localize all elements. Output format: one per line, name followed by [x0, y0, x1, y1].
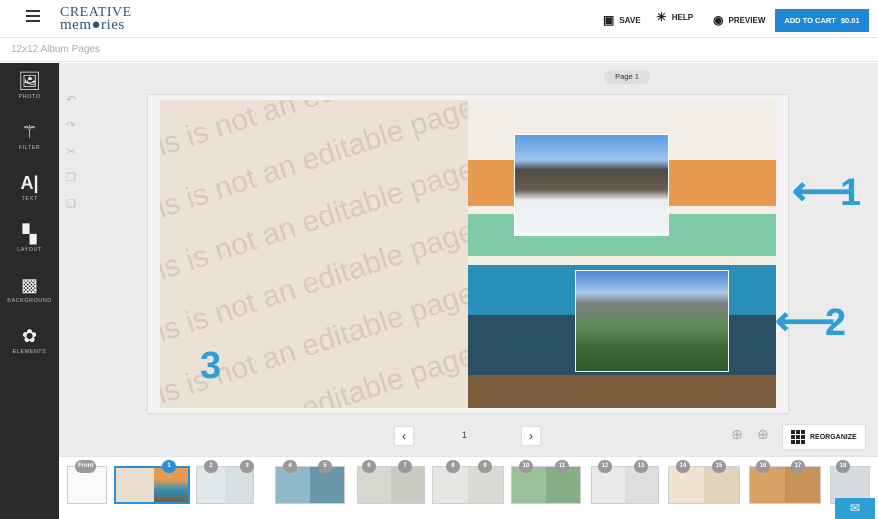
preview-button[interactable]: ◉ PREVIEW	[713, 13, 765, 27]
sidebar-item-background[interactable]: ▩ BACKGROUND	[0, 275, 59, 304]
top-bar: CREATIVE mem●ries ▣ SAVE ☀ HELP ◉ PREVIE…	[0, 0, 878, 38]
brown-stripe	[468, 375, 776, 408]
magic-wand-icon: ⚚	[21, 122, 38, 142]
thumbnail-spread[interactable]	[114, 466, 190, 504]
save-label: SAVE	[619, 15, 641, 25]
background-icon: ▩	[20, 275, 38, 295]
callout-number: 3	[200, 345, 222, 387]
add-to-cart-button[interactable]: ADD TO CART $0.01	[775, 9, 869, 32]
thumbnail-badge: 2	[204, 460, 218, 473]
photo-icon: 🖼	[18, 71, 41, 91]
thumbnail-badge: 10	[519, 460, 533, 473]
thumbnail-badge: 5	[318, 460, 332, 473]
undo-icon[interactable]: ↶	[64, 93, 78, 119]
sidebar-item-label: BACKGROUND	[7, 298, 52, 304]
thumbnail-badge: 14	[676, 460, 690, 473]
cart-price: $0.01	[840, 16, 860, 25]
envelope-icon: ✉	[849, 501, 861, 515]
cut-icon[interactable]: ✂	[64, 145, 78, 171]
thumbnail-badge: 8	[446, 460, 460, 473]
logo[interactable]: CREATIVE mem●ries	[60, 6, 132, 33]
elements-icon: ✿	[21, 326, 38, 346]
sidebar-item-label: LAYOUT	[17, 247, 42, 253]
sidebar-item-label: PHOTO	[18, 94, 41, 100]
save-icon: ▣	[603, 13, 615, 27]
mountain-photo-1[interactable]	[514, 134, 669, 236]
cart-label: ADD TO CART	[784, 16, 836, 25]
reorganize-button[interactable]: REORGANIZE	[782, 424, 866, 450]
thumbnail-badge: 18	[836, 460, 850, 473]
thumbnail-badge: 7	[398, 460, 412, 473]
sidebar-item-label: TEXT	[21, 196, 38, 202]
edit-tools: ↶ ↷ ✂ ❐ ❏	[64, 93, 78, 223]
thumbnail-badge: 4	[283, 460, 297, 473]
right-page	[468, 100, 776, 408]
menu-icon[interactable]	[26, 10, 40, 24]
thumbnail-badge: 3	[240, 460, 254, 473]
preview-label: PREVIEW	[728, 15, 766, 25]
logo-line-2: mem●ries	[60, 17, 125, 33]
breadcrumb: 12x12 Album Pages	[11, 44, 100, 55]
breadcrumb-bar: 12x12 Album Pages	[0, 38, 878, 62]
front-badge: Front	[75, 460, 97, 473]
save-button[interactable]: ▣ SAVE	[603, 13, 641, 27]
layout-icon: ▚	[22, 224, 37, 244]
sidebar-item-label: ELEMENTS	[12, 349, 47, 355]
current-page-number: 1	[462, 430, 468, 440]
add-spread-icon[interactable]: ⊕	[752, 426, 774, 448]
text-icon: A|	[20, 173, 39, 193]
help-label: HELP	[671, 12, 694, 22]
callout-number: 1	[840, 172, 862, 214]
sidebar-item-filter[interactable]: ⚚ FILTER	[0, 122, 59, 151]
thumbnail-badge: 11	[555, 460, 569, 473]
help-button[interactable]: ☀ HELP	[656, 10, 693, 24]
thumbnail-spread[interactable]	[432, 466, 504, 504]
page-label: Page 1	[604, 70, 650, 84]
thumbnail-badge: 6	[362, 460, 376, 473]
grid-icon	[791, 430, 805, 444]
sidebar-item-photo[interactable]: 🖼 PHOTO	[0, 71, 59, 100]
prev-page-button[interactable]: ‹	[394, 426, 414, 446]
sidebar: 🖼 PHOTO ⚚ FILTER A| TEXT ▚ LAYOUT ▩ BACK…	[0, 63, 59, 519]
mountain-photo-2[interactable]	[575, 270, 729, 372]
lightbulb-icon: ☀	[656, 10, 667, 24]
thumbnail-badge: 17	[791, 460, 805, 473]
paste-icon[interactable]: ❏	[64, 197, 78, 223]
thumbnail-badge: 16	[756, 460, 770, 473]
reorganize-label: REORGANIZE	[810, 433, 857, 441]
thumbnail-badge: 1	[162, 460, 176, 473]
message-button[interactable]: ✉	[835, 498, 875, 519]
sidebar-item-text[interactable]: A| TEXT	[0, 173, 59, 202]
callout-number: 2	[825, 302, 847, 344]
thumbnail-badge: 12	[598, 460, 612, 473]
eye-icon: ◉	[713, 13, 724, 27]
sidebar-item-layout[interactable]: ▚ LAYOUT	[0, 224, 59, 253]
thumbnail-badge: 13	[634, 460, 648, 473]
add-page-icon[interactable]: ⊕	[726, 426, 748, 448]
thumbnail-badge: 15	[712, 460, 726, 473]
copy-icon[interactable]: ❐	[64, 171, 78, 197]
thumbnail-badge: 9	[478, 460, 492, 473]
sidebar-item-elements[interactable]: ✿ ELEMENTS	[0, 326, 59, 355]
sidebar-item-label: FILTER	[18, 145, 41, 151]
redo-icon[interactable]: ↷	[64, 119, 78, 145]
next-page-button[interactable]: ›	[521, 426, 541, 446]
